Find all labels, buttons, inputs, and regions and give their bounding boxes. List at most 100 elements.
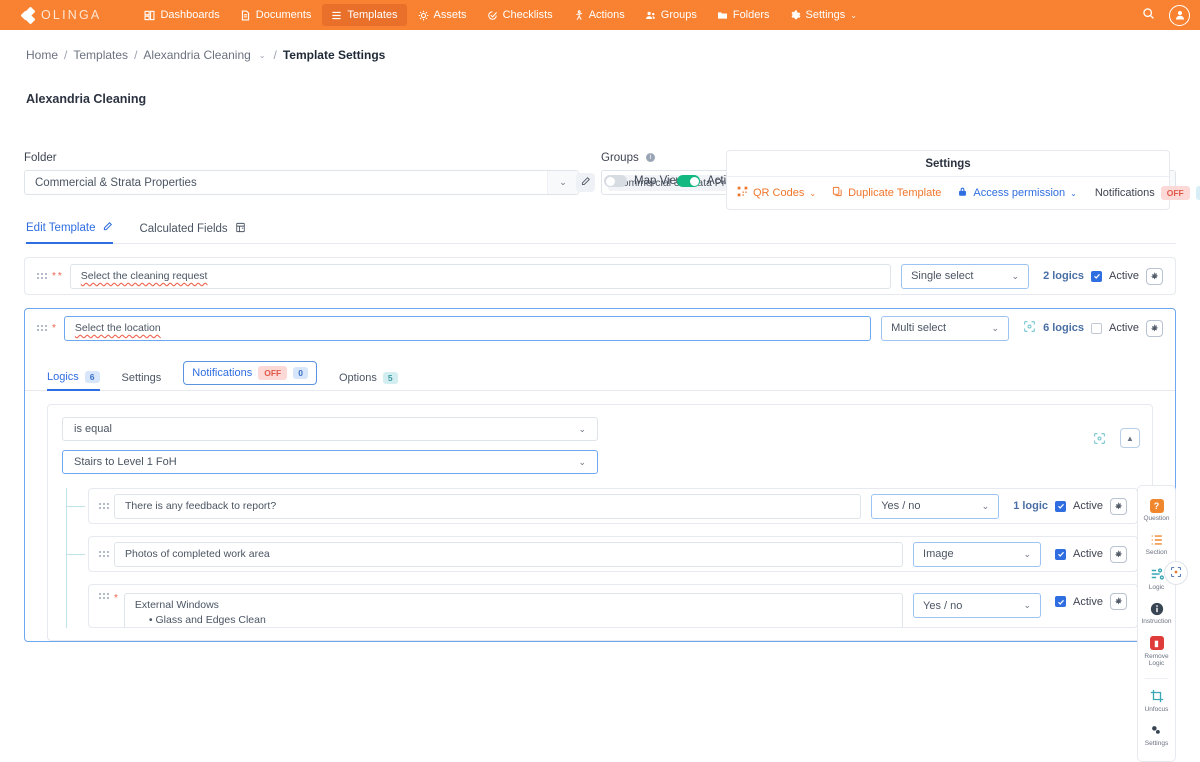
rail-item-settings[interactable]: Settings (1138, 718, 1175, 752)
nav-item-actions[interactable]: Actions (564, 4, 634, 26)
nav-item-documents[interactable]: Documents (231, 4, 321, 26)
chevron-down-icon: ⌄ (809, 189, 816, 198)
rail-label: Settings (1145, 740, 1169, 747)
main-tabs: Edit Template Calculated Fields (24, 221, 1176, 244)
drag-handle-icon[interactable] (99, 551, 110, 557)
nav-item-groups[interactable]: Groups (636, 4, 706, 26)
nav-item-assets[interactable]: Assets (409, 4, 476, 26)
inner-tab-options[interactable]: Options 5 (339, 372, 398, 390)
drag-handle-icon[interactable] (37, 273, 48, 279)
templates-icon (331, 10, 342, 21)
child-question-type-value-3: Yes / no (923, 600, 962, 612)
child-question-text-input-3[interactable]: External Windows • Glass and Edges Clean (124, 593, 903, 628)
nav-label: Dashboards (160, 9, 219, 21)
breadcrumb-home[interactable]: Home (26, 48, 58, 62)
chevron-down-icon: ⌄ (1012, 271, 1020, 282)
avatar[interactable] (1169, 5, 1190, 26)
breadcrumb-templates[interactable]: Templates (73, 48, 128, 62)
tab-edit-template[interactable]: Edit Template (26, 221, 113, 244)
nav-label: Templates (347, 9, 397, 21)
child-question-row-2[interactable]: Photos of completed work area Image ⌄ Ac… (88, 536, 1138, 572)
logic-branch-icon (1149, 567, 1164, 582)
nav-item-templates[interactable]: Templates (322, 4, 406, 26)
logics-count-2[interactable]: 6 logics (1043, 322, 1084, 334)
folder-select[interactable]: Commercial & Strata Properties ⌄ (24, 170, 579, 195)
child-question-text-input-1[interactable]: There is any feedback to report? (114, 494, 861, 519)
logic-condition-select[interactable]: is equal ⌄ (62, 417, 598, 441)
duplicate-template-button[interactable]: Duplicate Template (832, 186, 941, 200)
scan-focus-icon[interactable] (1093, 432, 1106, 448)
nav-item-checklists[interactable]: Checklists (478, 4, 562, 26)
drag-handle-icon[interactable] (99, 503, 110, 509)
child-active-checkbox-2[interactable] (1055, 549, 1066, 560)
child-question-row-3[interactable]: * External Windows • Glass and Edges Cle… (88, 584, 1138, 628)
child-question-row-1[interactable]: There is any feedback to report? Yes / n… (88, 488, 1138, 524)
rail-label: Instruction (1142, 618, 1172, 625)
breadcrumb-template-name[interactable]: Alexandria Cleaning (143, 48, 250, 62)
map-view-toggle[interactable]: Map View (604, 175, 684, 187)
question-row-1[interactable]: ** Select the cleaning request Single se… (24, 257, 1176, 295)
document-icon (240, 10, 251, 21)
drag-handle-icon[interactable] (99, 593, 110, 599)
nav-item-settings[interactable]: Settings ⌄ (781, 4, 866, 26)
actions-icon (573, 10, 584, 21)
logics-count-1[interactable]: 2 logics (1043, 270, 1084, 282)
active-checkbox-1[interactable] (1091, 271, 1102, 282)
groups-label-text: Groups (601, 152, 639, 164)
child-question-settings-button-1[interactable] (1110, 498, 1127, 515)
logic-value-select[interactable]: Stairs to Level 1 FoH ⌄ (62, 450, 598, 474)
focus-target-button[interactable] (1164, 561, 1188, 585)
active-checkbox-2[interactable] (1091, 323, 1102, 334)
inner-tab-settings[interactable]: Settings (122, 372, 162, 390)
question-text-input-2[interactable]: Select the location (64, 316, 871, 341)
child-active-checkbox-1[interactable] (1055, 501, 1066, 512)
search-icon[interactable] (1142, 7, 1155, 23)
child-question-settings-button-3[interactable] (1110, 593, 1127, 610)
qr-codes-label: QR Codes (753, 187, 804, 199)
child-question-type-select-3[interactable]: Yes / no ⌄ (913, 593, 1041, 618)
active-switch[interactable] (677, 175, 700, 187)
info-icon[interactable]: i (646, 153, 655, 162)
question-settings-button-2[interactable] (1146, 320, 1163, 337)
notifications-status[interactable]: Notifications OFF 0 (1095, 186, 1200, 200)
inner-tab-logics[interactable]: Logics 6 (47, 371, 100, 391)
chevron-down-icon[interactable]: ⌄ (259, 51, 266, 60)
qr-codes-button[interactable]: QR Codes ⌄ (737, 186, 816, 200)
rail-item-section[interactable]: Section (1138, 527, 1175, 561)
question-row-2[interactable]: * Select the location Multi select ⌄ 6 l… (25, 309, 1175, 347)
question-type-select-1[interactable]: Single select ⌄ (901, 264, 1029, 289)
map-view-switch[interactable] (604, 175, 627, 187)
question-text-input-1[interactable]: Select the cleaning request (70, 264, 891, 289)
edit-template-name-button[interactable] (576, 173, 595, 192)
qr-code-icon (737, 186, 748, 200)
rail-label: Section (1146, 549, 1168, 556)
rail-item-remove-logic[interactable]: ▮ Remove Logic (1138, 631, 1175, 673)
question-type-select-2[interactable]: Multi select ⌄ (881, 316, 1009, 341)
inner-tab-label: Settings (122, 372, 162, 384)
rail-item-unfocus[interactable]: Unfocus (1138, 684, 1175, 718)
child-question-type-select-2[interactable]: Image ⌄ (913, 542, 1041, 567)
access-permission-button[interactable]: Access permission ⌄ (957, 186, 1076, 200)
tab-calculated-fields[interactable]: Calculated Fields (139, 222, 245, 243)
child-question-text-input-2[interactable]: Photos of completed work area (114, 542, 903, 567)
nav-item-folders[interactable]: Folders (708, 4, 779, 26)
question-card-2: * Select the location Multi select ⌄ 6 l… (24, 308, 1176, 642)
child-logics-count-1[interactable]: 1 logic (1013, 500, 1048, 512)
logic-child-questions: There is any feedback to report? Yes / n… (62, 488, 1138, 628)
scan-focus-icon[interactable] (1023, 320, 1036, 336)
collapse-logic-button[interactable]: ▲ (1120, 428, 1140, 448)
breadcrumb-separator: / (134, 48, 137, 62)
question-settings-button-1[interactable] (1146, 268, 1163, 285)
drag-handle-icon[interactable] (37, 325, 48, 331)
rail-item-question[interactable]: ? Question (1138, 493, 1175, 527)
child-active-checkbox-3[interactable] (1055, 596, 1066, 607)
chevron-down-icon[interactable]: ⌄ (547, 171, 578, 194)
rail-item-instruction[interactable]: Instruction (1138, 596, 1175, 630)
question-text-2: Select the location (75, 322, 161, 334)
app-logo[interactable]: OLINGA (10, 8, 101, 23)
nav-item-dashboards[interactable]: Dashboards (135, 4, 228, 26)
child-question-settings-button-2[interactable] (1110, 546, 1127, 563)
inner-tab-notifications[interactable]: Notifications OFF 0 (183, 361, 317, 385)
top-navigation-bar: OLINGA Dashboards Documents Templates As… (0, 0, 1200, 30)
child-question-type-select-1[interactable]: Yes / no ⌄ (871, 494, 999, 519)
